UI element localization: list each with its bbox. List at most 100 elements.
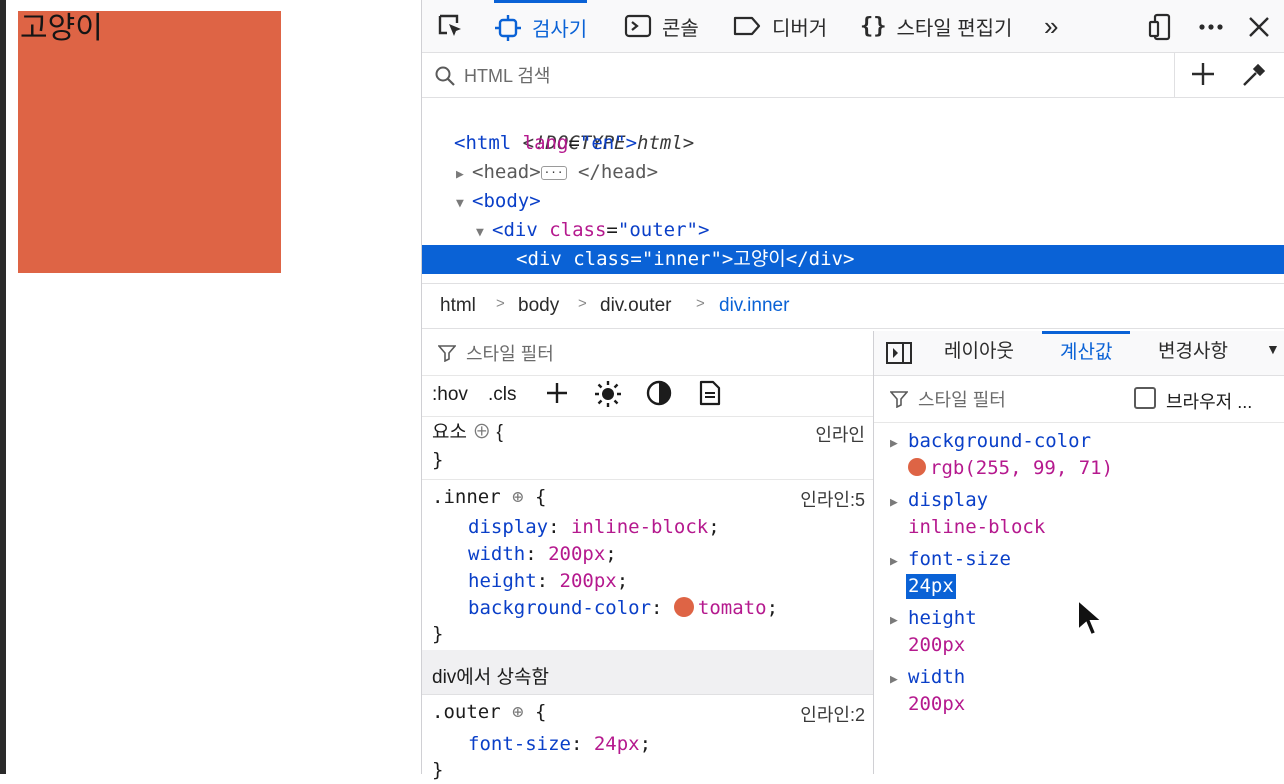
html-tag: <html — [454, 132, 512, 154]
close-icon — [1249, 17, 1269, 37]
tab-debugger[interactable]: 디버거 — [732, 0, 827, 52]
light-scheme-button[interactable] — [594, 380, 622, 414]
filter-icon — [438, 345, 456, 362]
computed-background-color[interactable]: ▶ background-color rgb(255, 99, 71) — [890, 429, 1280, 481]
tab-computed[interactable]: 계산값 — [1042, 331, 1131, 375]
declaration-display[interactable]: display: inline-block; — [468, 514, 720, 541]
breadcrumb-div-inner[interactable]: div.inner — [719, 295, 789, 317]
more-tools-button[interactable]: » — [1044, 0, 1058, 52]
breadcrumb-html[interactable]: html — [440, 295, 476, 317]
tab-debugger-label: 디버거 — [772, 17, 828, 40]
html-search-input[interactable] — [462, 61, 1166, 91]
expand-triangle-icon[interactable]: ▶ — [890, 667, 908, 692]
expand-triangle-icon[interactable]: ▶ — [890, 490, 908, 515]
debugger-icon — [732, 12, 762, 40]
plus-icon — [547, 383, 567, 403]
inner-rule-selector: .inner — [432, 486, 501, 508]
html-search-bar — [422, 53, 1284, 98]
search-divider — [1174, 53, 1175, 97]
outer-attr-value: "outer" — [617, 219, 698, 241]
expand-triangle-icon[interactable]: ▶ — [890, 431, 908, 456]
chevron-right-icon: > — [578, 295, 587, 312]
editor-strip — [0, 0, 6, 774]
browser-styles-label: 브라우저 ... — [1166, 392, 1253, 412]
overflow-menu-button[interactable] — [1194, 10, 1228, 44]
page-preview: 고양이 — [0, 0, 420, 774]
markup-row-html[interactable]: <html lang="en"> — [422, 129, 1284, 158]
tab-style-editor[interactable]: {} 스타일 편집기 — [860, 0, 1012, 52]
declaration-width[interactable]: width: 200px; — [468, 541, 617, 568]
expand-triangle-icon[interactable]: ▶ — [422, 160, 472, 189]
inner-rule-source[interactable]: 인라인:5 — [800, 486, 865, 512]
dark-scheme-button[interactable] — [646, 380, 672, 412]
collapse-triangle-icon[interactable]: ▼ — [422, 189, 472, 218]
hov-toggle[interactable]: :hov — [432, 384, 468, 406]
more-icon — [1199, 24, 1223, 30]
tab-layout[interactable]: 레이아웃 — [944, 331, 1014, 375]
chevron-right-icon: > — [696, 295, 705, 312]
inner-rule: .inner ⊕ { 인라인:5 display: inline-block; … — [422, 480, 873, 651]
declaration-font-size[interactable]: font-size: 24px; — [468, 731, 651, 758]
computed-filter-input[interactable] — [916, 385, 1120, 415]
markup-row-doctype[interactable]: <!DOCTYPE html> — [422, 100, 1284, 154]
filter-icon — [890, 391, 908, 408]
markup-row-inner-div[interactable]: <div class="inner">고양이</div> — [422, 245, 1284, 274]
browser-styles-checkbox[interactable] — [1134, 387, 1156, 409]
tab-inspector[interactable]: 검사기 — [494, 0, 588, 52]
print-media-button[interactable] — [698, 380, 722, 412]
collapse-triangle-icon[interactable]: ▼ — [422, 218, 492, 247]
tab-inspector-label: 검사기 — [532, 19, 588, 41]
side-tabs: 레이아웃 계산값 변경사항 ▼ — [874, 331, 1284, 376]
outer-attr-name: class — [549, 219, 607, 241]
cls-toggle[interactable]: .cls — [488, 384, 517, 406]
toggle-sidebar-button[interactable] — [886, 342, 912, 370]
chevrons-right-icon: » — [1044, 10, 1059, 41]
expand-triangle-icon[interactable]: ▶ — [890, 608, 908, 633]
responsive-design-button[interactable] — [1144, 10, 1178, 44]
rules-filter-bar — [422, 331, 873, 376]
tab-console[interactable]: 콘솔 — [624, 0, 699, 52]
tab-changes[interactable]: 변경사항 — [1158, 331, 1228, 375]
computed-width[interactable]: ▶ width 200px — [890, 665, 1280, 717]
breadcrumb-div-outer[interactable]: div.outer — [600, 295, 671, 317]
declaration-height[interactable]: height: 200px; — [468, 568, 628, 595]
element-rule: 요소 ⊕ { 인라인 } — [422, 417, 873, 480]
markup-row-head[interactable]: ▶ <head> ··· </head> — [422, 158, 1284, 187]
expand-triangle-icon[interactable]: ▶ — [890, 549, 908, 574]
sidebar-toggle-icon — [886, 342, 912, 364]
outer-rule: .outer ⊕ { 인라인:2 font-size: 24px; } — [432, 701, 865, 781]
computed-display[interactable]: ▶ display inline-block — [890, 488, 1280, 540]
add-rule-button[interactable] — [544, 380, 570, 412]
declaration-background-color[interactable]: background-color: tomato; — [468, 595, 778, 622]
computed-font-size[interactable]: ▶ font-size 24px — [890, 547, 1280, 599]
chevron-right-icon: > — [496, 295, 505, 312]
inspector-icon — [494, 14, 522, 42]
breadcrumb-body[interactable]: body — [518, 295, 559, 317]
outer-rule-source[interactable]: 인라인:2 — [800, 701, 865, 727]
head-close-tag: </head> — [577, 161, 659, 183]
inherited-header: div에서 상속함 — [422, 650, 873, 695]
node-icon: ⊕ — [512, 701, 524, 723]
close-devtools-button[interactable] — [1242, 10, 1276, 44]
element-rule-source[interactable]: 인라인 — [815, 421, 865, 447]
color-swatch[interactable] — [908, 458, 926, 476]
document-icon — [699, 380, 721, 406]
search-icon — [435, 66, 455, 86]
eyedropper-button[interactable] — [1240, 61, 1268, 94]
outer-rule-selector: .outer — [432, 701, 501, 723]
rules-filter-input[interactable] — [464, 339, 848, 369]
tabs-overflow-icon[interactable]: ▼ — [1266, 341, 1280, 357]
inner-div-box[interactable]: 고양이 — [18, 11, 281, 273]
html-attr-name: lang — [522, 132, 569, 154]
selected-value[interactable]: 24px — [906, 574, 956, 599]
collapsed-ellipsis-icon[interactable]: ··· — [540, 165, 567, 180]
add-node-button[interactable] — [1188, 59, 1218, 94]
inherited-header-label: div에서 상속함 — [432, 667, 549, 688]
rules-toolbar: :hov .cls — [422, 376, 873, 417]
element-picker-button[interactable] — [434, 10, 468, 44]
color-swatch[interactable] — [673, 597, 694, 617]
style-editor-icon: {} — [860, 13, 887, 39]
markup-row-outer-div[interactable]: ▼ <div class="outer"> — [422, 216, 1284, 245]
markup-row-body[interactable]: ▼ <body> — [422, 187, 1284, 216]
node-icon: ⊕ — [512, 486, 524, 508]
